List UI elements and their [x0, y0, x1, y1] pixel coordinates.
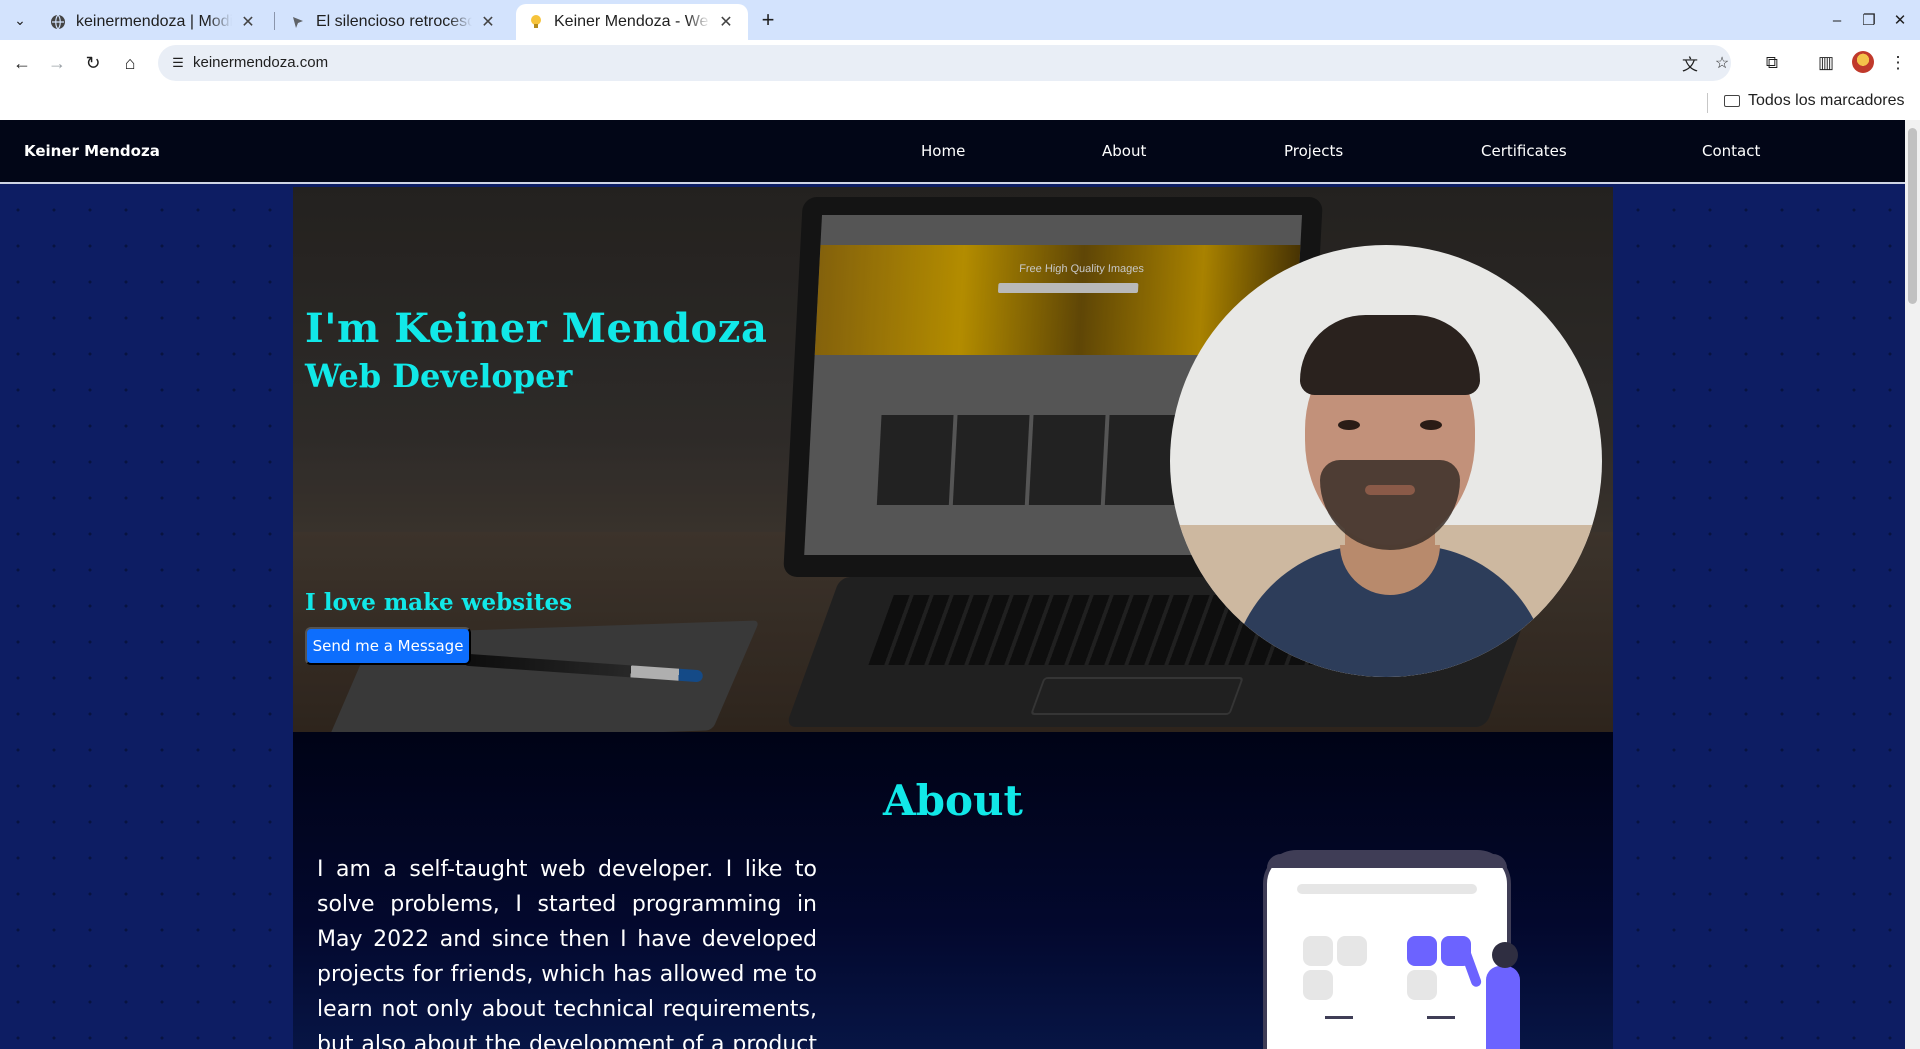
tab-keinermendoza-modifi[interactable]: keinermendoza | Modifi ✕: [38, 4, 270, 40]
tab-close-icon[interactable]: ✕: [716, 12, 736, 32]
tab-search-button[interactable]: ⌄: [8, 8, 32, 32]
restore-icon: ❐: [1862, 12, 1876, 29]
hero-section: Free High Quality Images I'm Keiner Mend…: [293, 187, 1613, 732]
mobile-app-illustration: [1253, 850, 1553, 1049]
phone-illustration: [1263, 850, 1511, 1049]
tab-close-icon[interactable]: ✕: [478, 12, 498, 32]
hero-title: I'm Keiner Mendoza: [305, 305, 768, 352]
nav-home[interactable]: Home: [921, 142, 965, 160]
extensions-icon[interactable]: ⧉: [1758, 49, 1786, 77]
tab-title: keinermendoza | Modifi: [76, 13, 232, 30]
about-section: About I am a self-taught web developer. …: [293, 732, 1613, 1049]
folder-icon: [1724, 95, 1740, 107]
close-window-button[interactable]: ✕: [1888, 8, 1912, 32]
nav-projects[interactable]: Projects: [1284, 142, 1343, 160]
back-button[interactable]: ←: [8, 49, 36, 77]
bookmarks-bar: Todos los marcadores: [0, 86, 1920, 120]
profile-avatar[interactable]: [1852, 51, 1874, 73]
about-title: About: [883, 776, 1023, 825]
send-message-button[interactable]: Send me a Message: [305, 627, 471, 665]
site-icon: [290, 14, 306, 30]
person-illustration: [1455, 935, 1526, 1049]
plus-icon: +: [761, 7, 775, 32]
all-bookmarks-label: Todos los marcadores: [1748, 92, 1905, 109]
translate-icon[interactable]: 文: [1678, 51, 1702, 75]
tab-divider: [274, 12, 275, 30]
minimize-button[interactable]: –: [1825, 8, 1849, 32]
menu-dots-icon[interactable]: ⋮: [1884, 49, 1912, 77]
arrow-left-icon: ←: [13, 52, 31, 73]
forward-button[interactable]: →: [43, 49, 71, 77]
site-navbar: Keiner Mendoza Home About Projects Certi…: [0, 120, 1905, 184]
all-bookmarks-button[interactable]: Todos los marcadores: [1724, 92, 1905, 110]
bookmarks-divider: [1707, 93, 1708, 113]
hero-subtitle: Web Developer: [305, 357, 573, 395]
side-panel-icon[interactable]: ▥: [1812, 49, 1840, 77]
scrollbar-thumb[interactable]: [1908, 128, 1917, 304]
about-text: I am a self-taught web developer. I like…: [317, 857, 817, 1049]
reload-button[interactable]: ↻: [79, 49, 107, 77]
globe-icon: [50, 14, 66, 30]
reload-icon: ↻: [85, 52, 101, 73]
address-bar[interactable]: ☰ keinermendoza.com 文 ☆: [158, 45, 1731, 81]
tab-keiner-mendoza-active[interactable]: Keiner Mendoza - Web D ✕: [516, 4, 748, 40]
page-scrollbar[interactable]: [1905, 120, 1920, 1049]
hero-tagline: I love make websites: [305, 589, 573, 616]
nav-contact[interactable]: Contact: [1702, 142, 1760, 160]
minimize-icon: –: [1832, 11, 1842, 29]
new-tab-button[interactable]: +: [756, 7, 780, 32]
tab-strip: ⌄ keinermendoza | Modifi ✕ El silencioso…: [0, 0, 1920, 40]
tab-close-icon[interactable]: ✕: [238, 12, 258, 32]
site-brand[interactable]: Keiner Mendoza: [24, 142, 160, 160]
restore-button[interactable]: ❐: [1857, 8, 1881, 32]
chevron-down-icon: ⌄: [14, 11, 26, 28]
nav-certificates[interactable]: Certificates: [1481, 142, 1567, 160]
url-text[interactable]: keinermendoza.com: [193, 54, 328, 71]
page-viewport: Keiner Mendoza Home About Projects Certi…: [0, 120, 1905, 1049]
bookmark-star-icon[interactable]: ☆: [1710, 51, 1734, 75]
tab-title: Keiner Mendoza - Web D: [554, 13, 710, 30]
tab-el-silencioso[interactable]: El silencioso retroceso d ✕: [278, 4, 510, 40]
site-info-icon[interactable]: ☰: [166, 51, 190, 75]
profile-photo: [1170, 245, 1602, 677]
tab-title: El silencioso retroceso d: [316, 13, 472, 30]
home-button[interactable]: ⌂: [116, 49, 144, 77]
nav-about[interactable]: About: [1102, 142, 1146, 160]
close-icon: ✕: [1893, 12, 1907, 29]
arrow-right-icon: →: [48, 52, 66, 73]
home-icon: ⌂: [124, 52, 136, 73]
browser-toolbar: ← → ↻ ⌂ ☰ keinermendoza.com 文 ☆ ⧉ ▥ ⋮: [0, 40, 1920, 86]
lightbulb-icon: [528, 14, 544, 30]
